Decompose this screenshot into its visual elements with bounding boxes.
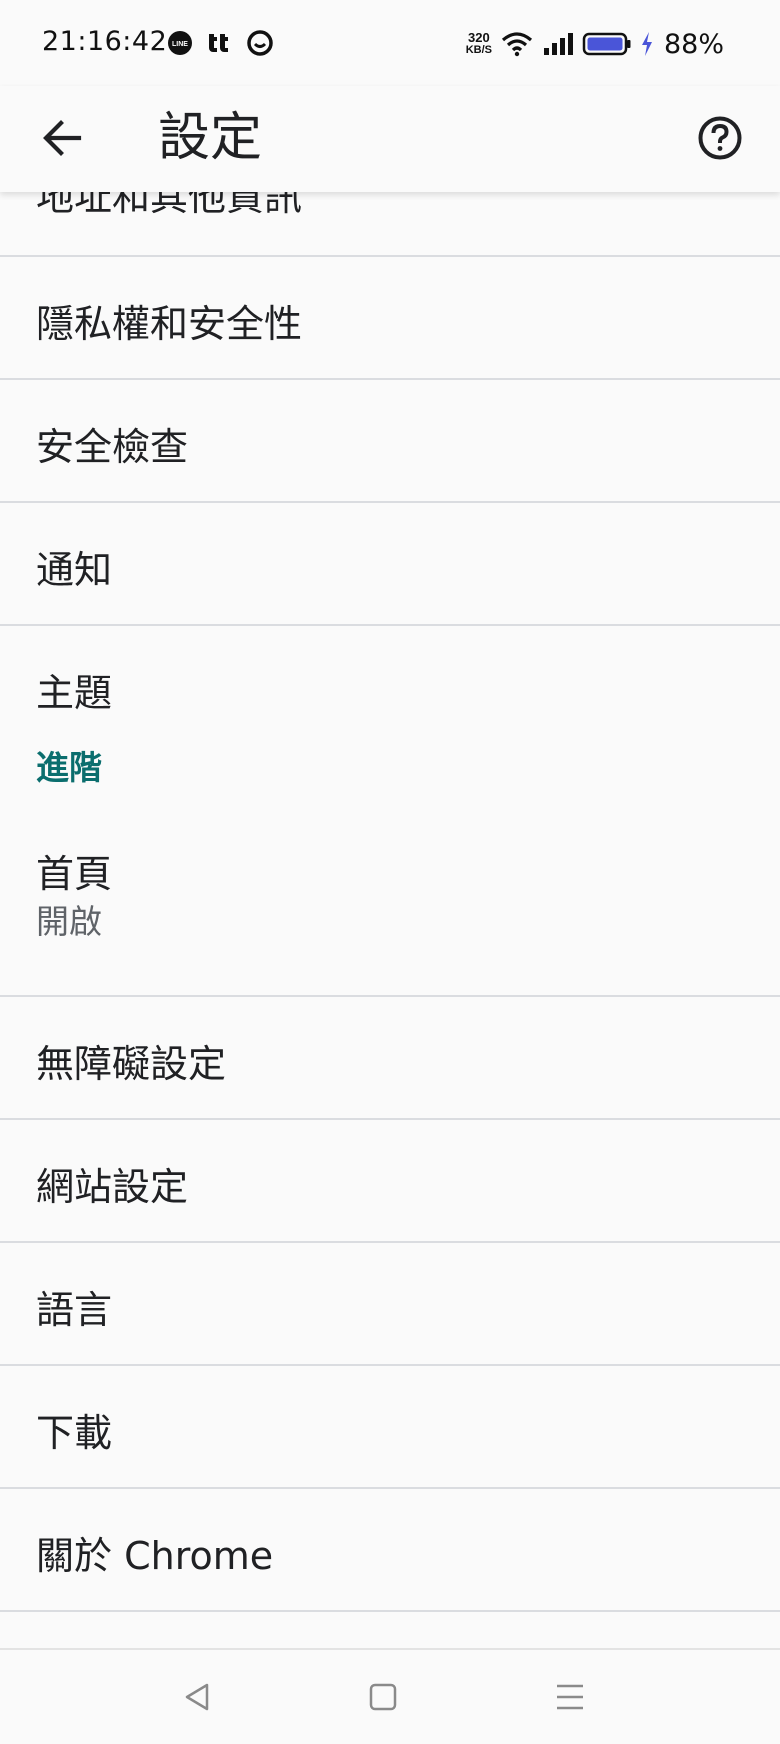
battery-percent: 88% bbox=[663, 28, 724, 60]
settings-item-label: 安全檢查 bbox=[36, 425, 189, 469]
settings-item-label: 語言 bbox=[36, 1288, 113, 1332]
settings-item-label: 網站設定 bbox=[36, 1165, 189, 1209]
network-speed-unit: KB/S bbox=[465, 44, 492, 56]
settings-item-site-settings[interactable]: 網站設定 bbox=[0, 1120, 780, 1243]
settings-item-privacy[interactable]: 隱私權和安全性 bbox=[0, 257, 780, 380]
line-icon: LINE bbox=[168, 31, 192, 55]
settings-item-about-chrome[interactable]: 關於 Chrome bbox=[0, 1489, 780, 1612]
status-bar: 21:16:42 LINE 320 KB/S 88% bbox=[0, 0, 780, 86]
settings-item-accessibility[interactable]: 無障礙設定 bbox=[0, 997, 780, 1120]
settings-item-homepage[interactable]: 首頁 開啟 bbox=[0, 841, 780, 997]
system-nav-bar bbox=[0, 1648, 780, 1744]
settings-item-label: 主題 bbox=[36, 671, 113, 715]
nav-back-button[interactable] bbox=[172, 1672, 222, 1722]
settings-item-languages[interactable]: 語言 bbox=[0, 1243, 780, 1366]
settings-item-downloads[interactable]: 下載 bbox=[0, 1366, 780, 1489]
system-status: 320 KB/S 88% bbox=[466, 24, 724, 64]
settings-item-label: 關於 Chrome bbox=[36, 1534, 274, 1578]
smiley-icon bbox=[247, 30, 273, 56]
settings-item-label: 地址和其他資訊 bbox=[36, 192, 303, 219]
svg-text:LINE: LINE bbox=[172, 41, 188, 48]
app-toolbar: 設定 bbox=[0, 86, 780, 192]
settings-item-safety-check[interactable]: 安全檢查 bbox=[0, 380, 780, 503]
section-header-advanced: 進階 bbox=[0, 731, 780, 841]
settings-list: 地址和其他資訊 隱私權和安全性 安全檢查 通知 主題 進階 首頁 開啟 無障礙設… bbox=[0, 192, 780, 1612]
settings-item-addresses[interactable]: 地址和其他資訊 bbox=[0, 192, 780, 257]
settings-item-notifications[interactable]: 通知 bbox=[0, 503, 780, 626]
help-circle-icon bbox=[698, 116, 742, 160]
section-header-label: 進階 bbox=[36, 748, 102, 787]
settings-item-label: 首頁 bbox=[36, 852, 113, 896]
battery-icon bbox=[582, 32, 631, 56]
help-button[interactable] bbox=[688, 106, 752, 170]
wifi-icon bbox=[501, 32, 533, 57]
settings-item-label: 隱私權和安全性 bbox=[36, 302, 303, 346]
arrow-left-icon bbox=[43, 120, 82, 156]
settings-item-subtitle: 開啟 bbox=[36, 902, 102, 941]
notification-icons: LINE bbox=[165, 28, 275, 58]
nav-home-button[interactable] bbox=[358, 1672, 408, 1722]
signal-icon bbox=[543, 33, 573, 55]
status-time: 21:16:42 bbox=[42, 26, 168, 57]
settings-item-label: 通知 bbox=[36, 548, 113, 592]
page-title: 設定 bbox=[158, 108, 263, 168]
nav-back-icon bbox=[185, 1683, 209, 1711]
nav-home-icon bbox=[369, 1683, 397, 1711]
tt-icon bbox=[209, 34, 228, 52]
settings-item-label: 無障礙設定 bbox=[36, 1042, 227, 1086]
network-speed: 320 KB/S bbox=[465, 30, 492, 56]
back-button[interactable] bbox=[30, 106, 94, 170]
settings-item-theme[interactable]: 主題 bbox=[0, 626, 780, 731]
network-speed-value: 320 bbox=[467, 30, 490, 45]
nav-menu-button[interactable] bbox=[545, 1672, 595, 1722]
charging-icon bbox=[641, 32, 652, 56]
settings-item-label: 下載 bbox=[36, 1411, 113, 1455]
nav-menu-icon bbox=[557, 1684, 583, 1710]
